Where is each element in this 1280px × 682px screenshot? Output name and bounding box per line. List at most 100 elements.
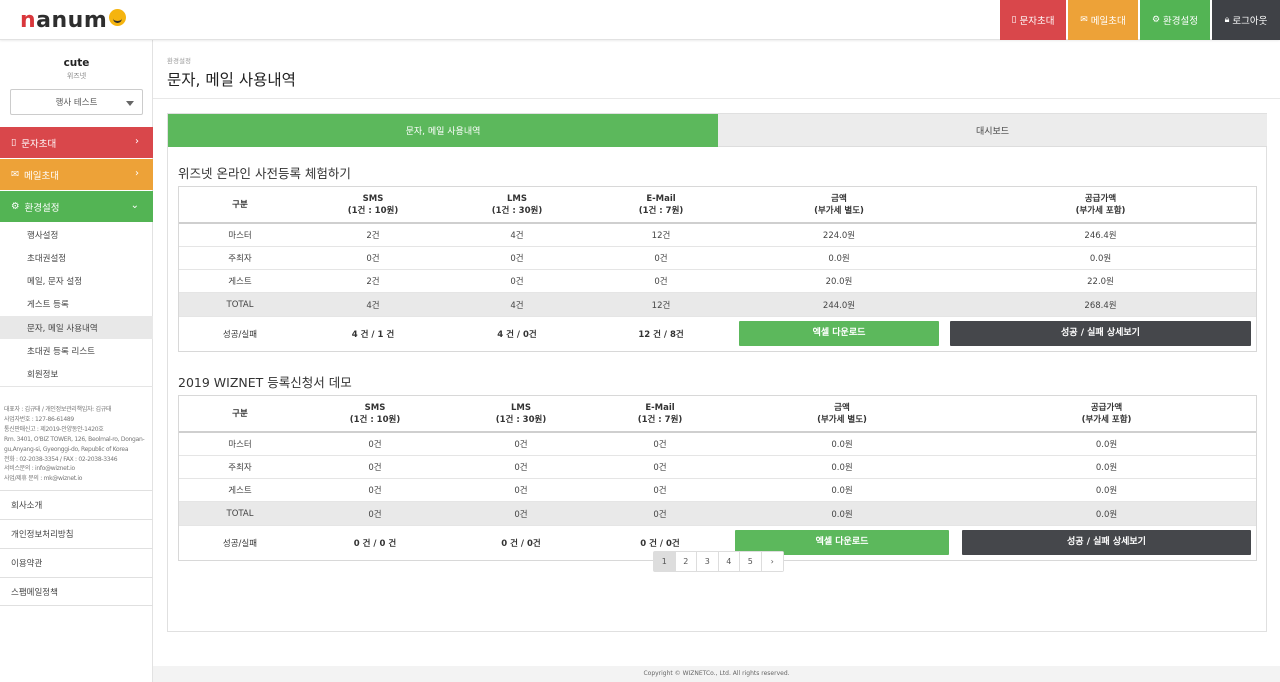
sub-item-event-settings[interactable]: 행사설정	[0, 223, 153, 246]
result-label: 성공/실패	[222, 538, 258, 549]
total-row: TOTAL 4건 4건 12건 244.0원 268.4원	[179, 292, 1256, 317]
detail-cell: 성공 / 실패 상세보기	[957, 525, 1256, 560]
sub-item-ticket-list[interactable]: 초대권 등록 리스트	[0, 339, 153, 362]
footer-link-terms[interactable]: 이용약관	[0, 548, 153, 577]
result-sms: 0 건 / 0 건	[353, 538, 397, 549]
total-row: TOTAL 0건 0건 0건 0.0원 0.0원	[179, 501, 1256, 526]
company-info-line: 사업자번호 : 127-86-61489	[4, 415, 74, 423]
footer-link-about[interactable]: 회사소개	[0, 490, 153, 519]
tab-dashboard[interactable]: 대시보드	[718, 114, 1267, 147]
top-header: n anum ▯ 문자초대 ✉ 메일초대 ⚙ 환경설정 🔒︎ 로그아웃	[0, 0, 1280, 40]
company-info-line: 대표자 : 김규태 / 개인정보관리책임자: 김규태	[4, 406, 112, 413]
page-3[interactable]: 3	[697, 552, 719, 571]
envelope-icon: ✉	[11, 169, 19, 180]
chevron-down-icon: ⌄	[130, 200, 139, 211]
col-sms: SMS (1건 : 10원)	[301, 396, 449, 433]
footer-link-spam-policy[interactable]: 스팸메일정책	[0, 577, 153, 606]
logo-text: anum	[36, 7, 108, 33]
cell-sms: 4건	[301, 292, 445, 317]
cell-lms: 0건	[449, 432, 593, 456]
page-1[interactable]: 1	[654, 552, 676, 571]
success-fail-detail-button[interactable]: 성공 / 실패 상세보기	[950, 321, 1251, 347]
nav-settings[interactable]: ⚙ 환경설정 ⌄	[0, 191, 153, 222]
detail-cell: 성공 / 실패 상세보기	[945, 316, 1256, 351]
user-org: 위즈넷	[66, 72, 87, 80]
col-amount: 금액 (부가세 별도)	[733, 187, 945, 224]
table-row: 주최자 0건 0건 0건 0.0원 0.0원	[179, 455, 1256, 480]
mobile-phone-icon: ▯	[11, 137, 17, 148]
section-title: 위즈넷 온라인 사전등록 체험하기	[178, 166, 351, 181]
settings-button[interactable]: ⚙ 환경설정	[1140, 0, 1210, 40]
table-row: 마스터 0건 0건 0건 0.0원 0.0원	[179, 432, 1256, 456]
col-amount-label: 금액	[831, 193, 847, 204]
page-4[interactable]: 4	[718, 552, 740, 571]
event-select[interactable]: 행사 테스트	[10, 89, 143, 115]
sub-item-member-info[interactable]: 회원정보	[0, 362, 153, 385]
cell-supply: 0.0원	[957, 478, 1256, 503]
page-5[interactable]: 5	[740, 552, 762, 571]
usage-table: 구분 SMS (1건 : 10원) LMS (1건 : 30원) E-Mail (1건…	[178, 395, 1257, 562]
cell-amount: 0.0원	[727, 501, 957, 526]
success-fail-detail-button[interactable]: 성공 / 실패 상세보기	[962, 530, 1251, 556]
cell-supply: 0.0원	[945, 246, 1256, 271]
result-label: 성공/실패	[222, 329, 258, 340]
footer-link-privacy[interactable]: 개인정보처리방침	[0, 519, 153, 548]
email-invite-button[interactable]: ✉ 메일초대	[1068, 0, 1138, 40]
logout-button[interactable]: 🔒︎ 로그아웃	[1212, 0, 1280, 40]
company-info: 대표자 : 김규태 / 개인정보관리책임자: 김규태 사업자번호 : 127-8…	[4, 405, 150, 484]
row-label: 게스트	[179, 478, 301, 503]
chevron-right-icon: ›	[135, 168, 139, 179]
cell-amount: 244.0원	[733, 292, 945, 317]
col-amount-label: 금액	[834, 402, 850, 413]
nav-email-invite[interactable]: ✉ 메일초대 ›	[0, 159, 153, 190]
sub-item-ticket-settings[interactable]: 초대권설정	[0, 246, 153, 269]
usage-table: 구분 SMS (1건 : 10원) LMS (1건 : 30원) E-Mail (1건…	[178, 186, 1257, 353]
cell-amount: 0.0원	[733, 246, 945, 271]
cell-lms: 0건	[449, 478, 593, 503]
sub-item-usage-history[interactable]: 문자, 메일 사용내역	[0, 316, 153, 339]
nav-email-label: 메일초대	[23, 170, 59, 182]
table-row: 게스트 0건 0건 0건 0.0원 0.0원	[179, 478, 1256, 503]
cell-amount: 20.0원	[733, 269, 945, 294]
usage-card: 문자, 메일 사용내역 대시보드 위즈넷 온라인 사전등록 체험하기 구분 SM…	[167, 113, 1267, 632]
col-supply: 공급가액 (부가세 포함)	[957, 396, 1256, 433]
cell-lms: 4건	[445, 223, 589, 247]
nanume-logo[interactable]: n anum	[20, 7, 127, 33]
tab-usage-history[interactable]: 문자, 메일 사용내역	[168, 114, 718, 147]
col-supply-note: (부가세 포함)	[1081, 414, 1132, 425]
row-label: 마스터	[179, 223, 301, 247]
company-info-line: Rm. 3401, O'BIZ TOWER, 126, Beolmal-ro, …	[4, 435, 145, 443]
cell-sms: 0건	[301, 246, 445, 271]
cell-supply: 0.0원	[957, 455, 1256, 480]
next-page-button[interactable]: ›	[761, 552, 783, 571]
section-title: 2019 WIZNET 등록신청서 데모	[178, 375, 352, 390]
sub-item-guest-register[interactable]: 게스트 등록	[0, 292, 153, 315]
cell-email: 0건	[593, 432, 727, 456]
sms-invite-button[interactable]: ▯ 문자초대	[1000, 0, 1066, 40]
col-category: 구분	[179, 187, 301, 224]
cell-amount: 224.0원	[733, 223, 945, 247]
excel-download-button[interactable]: 엑셀 다운로드	[739, 321, 939, 347]
mobile-phone-icon: ▯	[1011, 15, 1017, 25]
nav-sms-invite[interactable]: ▯ 문자초대 ›	[0, 127, 153, 158]
company-info-line: 서비스문의 : info@wiznet.io	[4, 465, 75, 473]
col-sms: SMS (1건 : 10원)	[301, 187, 445, 224]
settings-label: 환경설정	[1163, 16, 1199, 27]
row-label: TOTAL	[179, 501, 301, 526]
company-info-line: 사업/제휴 문의 : mk@wiznet.io	[4, 475, 83, 483]
col-email: E-Mail (1건 : 7원)	[589, 187, 733, 224]
cell-amount: 0.0원	[727, 455, 957, 480]
cell-email: 0건	[593, 501, 727, 526]
gear-icon: ⚙	[1151, 15, 1161, 25]
table-header-row: 구분 SMS (1건 : 10원) LMS (1건 : 30원) E-Mail (1건…	[179, 396, 1256, 433]
nav-sms-label: 문자초대	[21, 138, 57, 150]
cell-sms: 0건	[301, 432, 449, 456]
company-info-line: gu,Anyang-si, Gyeonggi-do, Republic of K…	[4, 445, 129, 453]
cell-email: 0건	[589, 269, 733, 294]
company-info-line: 통신판매신고 : 제2019-안양동안-1420호	[4, 425, 104, 433]
page-2[interactable]: 2	[675, 552, 697, 571]
row-label: TOTAL	[179, 292, 301, 317]
cell-lms: 0건	[449, 455, 593, 480]
cell-email: 0건	[593, 478, 727, 503]
sub-item-mail-sms-settings[interactable]: 메일, 문자 설정	[0, 269, 153, 292]
